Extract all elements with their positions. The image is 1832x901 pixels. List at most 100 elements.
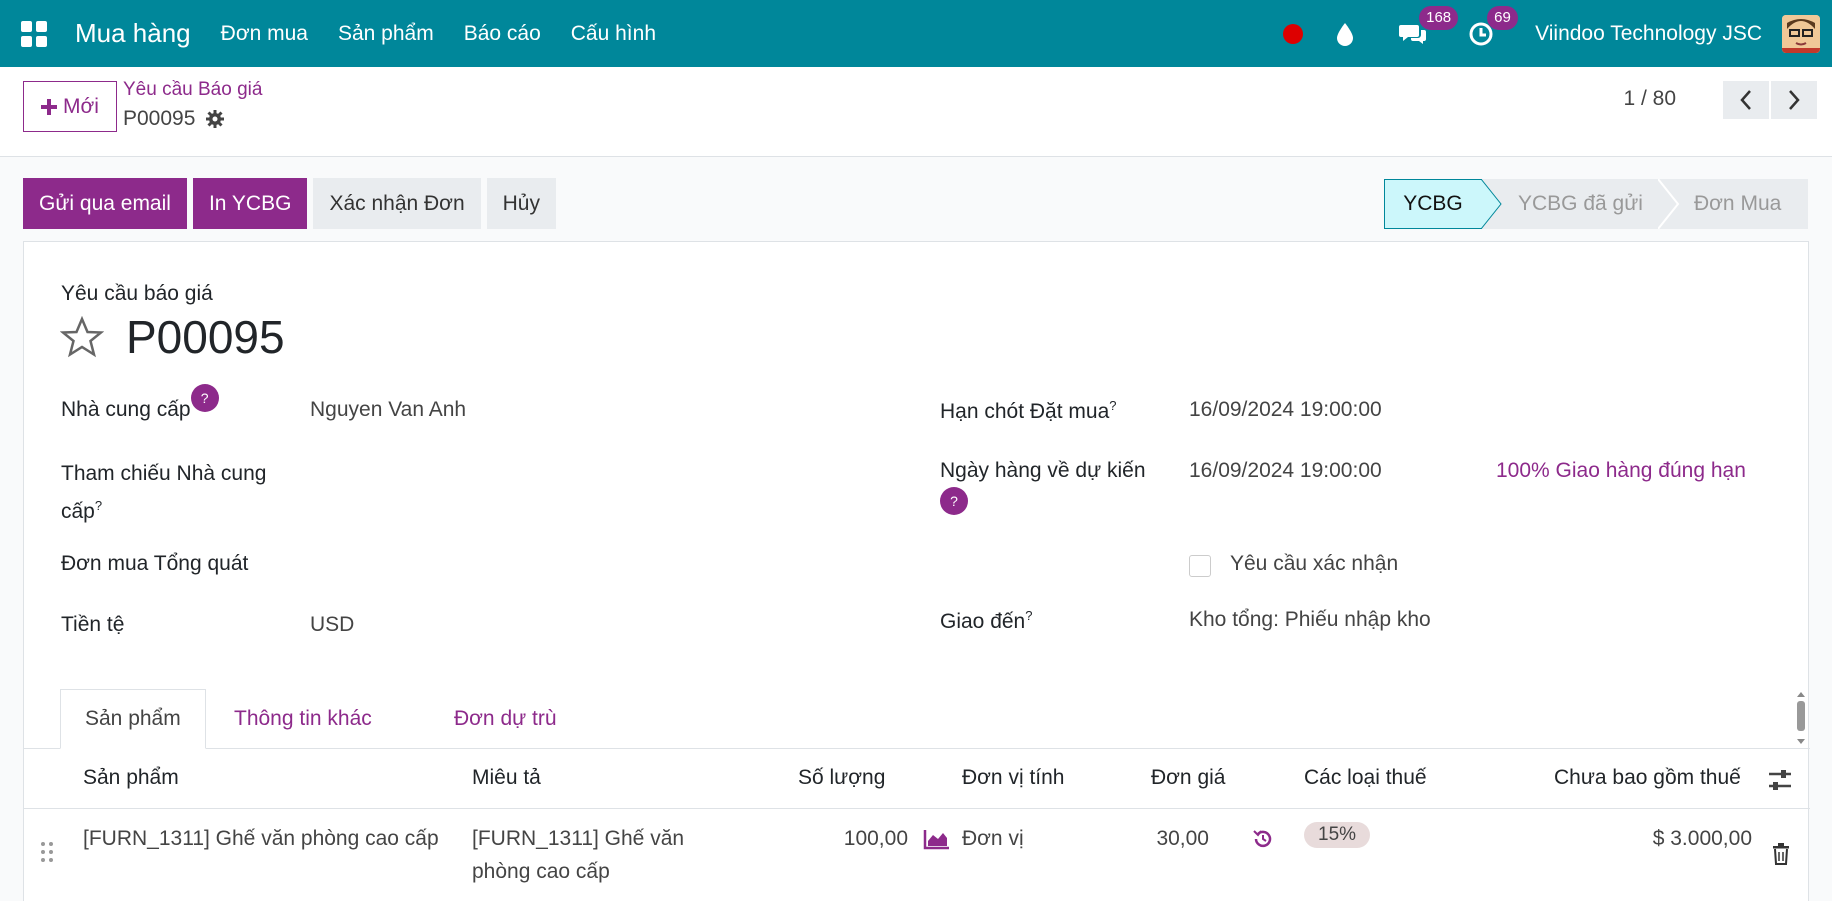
vendor-field[interactable]: Nguyen Van Anh xyxy=(310,398,466,422)
order-deadline-field[interactable]: 16/09/2024 19:00:00 xyxy=(1189,398,1382,422)
main-menu: Đơn mua Sản phẩm Báo cáo Cấu hình xyxy=(221,22,656,46)
activities-badge: 69 xyxy=(1487,5,1518,30)
on-time-delivery-link[interactable]: 100% Giao hàng đúng hạn xyxy=(1496,459,1746,483)
avatar[interactable] xyxy=(1782,14,1820,53)
stage-purchase-order[interactable]: Đơn Mua xyxy=(1660,179,1808,229)
table-header-divider xyxy=(24,808,1810,809)
expected-arrival-field[interactable]: 16/09/2024 19:00:00 xyxy=(1189,459,1382,483)
control-panel: Mới Yêu cầu Báo giá P00095 1 / 80 xyxy=(0,67,1832,157)
menu-item-configuration[interactable]: Cấu hình xyxy=(571,22,656,46)
drop-icon[interactable] xyxy=(1331,20,1359,48)
expected-arrival-label-text: Ngày hàng về dự kiến xyxy=(940,459,1146,482)
blanket-order-label: Đơn mua Tổng quát xyxy=(61,552,249,575)
print-rfq-button[interactable]: In YCBG xyxy=(192,178,308,229)
chevron-left-icon xyxy=(1740,90,1751,110)
help-tooltip-icon[interactable]: ? xyxy=(1109,398,1116,413)
cell-uom[interactable]: Đơn vị xyxy=(962,822,1024,855)
plus-icon xyxy=(41,98,58,115)
record-name: P00095 xyxy=(126,311,285,363)
cell-description-line2: phòng cao cấp xyxy=(472,860,610,883)
cell-subtotal: $ 3.000,00 xyxy=(1652,827,1752,850)
clock-icon[interactable]: 69 xyxy=(1467,5,1518,48)
trash-icon[interactable] xyxy=(1771,843,1791,865)
vendor-reference-label-line2: cấp xyxy=(61,500,95,523)
ask-confirmation-checkbox[interactable] xyxy=(1189,555,1211,577)
cancel-button[interactable]: Hủy xyxy=(486,178,556,229)
cell-quantity[interactable]: 100,00 xyxy=(808,822,908,855)
cell-description-line1: [FURN_1311] Ghế văn xyxy=(472,827,685,850)
pager-value[interactable]: 1 / 80 xyxy=(1623,87,1676,111)
vendor-reference-label: Tham chiếu Nhà cung cấp? xyxy=(61,458,266,528)
tab-requisitions[interactable]: Đơn dự trù xyxy=(430,689,581,749)
app-title[interactable]: Mua hàng xyxy=(75,18,191,49)
menu-item-purchase[interactable]: Đơn mua xyxy=(221,22,308,46)
stage-arrow-separator xyxy=(1658,179,1680,229)
vendor-reference-input[interactable] xyxy=(310,456,710,492)
breadcrumb-current-label: P00095 xyxy=(123,107,196,130)
help-icon[interactable]: ? xyxy=(940,487,968,515)
optional-columns-icon[interactable] xyxy=(1767,768,1793,792)
vendor-label: Nhà cung cấp? xyxy=(61,384,219,422)
deliver-to-label: Giao đến? xyxy=(940,608,1032,634)
column-header-unit-price[interactable]: Đơn giá xyxy=(1151,766,1225,790)
pager-next-button[interactable] xyxy=(1771,81,1817,119)
scrollbar[interactable] xyxy=(1794,689,1808,749)
star-icon[interactable] xyxy=(60,316,104,358)
apps-grid-icon[interactable] xyxy=(21,20,47,47)
forecast-chart-icon[interactable] xyxy=(923,828,951,850)
vendor-reference-label-line1: Tham chiếu Nhà cung xyxy=(61,462,267,485)
vendor-label-text: Nhà cung cấp xyxy=(61,398,191,421)
record-type-label: Yêu cầu báo giá xyxy=(61,282,213,305)
column-header-uom[interactable]: Đơn vị tính xyxy=(962,766,1064,790)
history-icon[interactable] xyxy=(1252,828,1274,850)
column-header-quantity[interactable]: Số lượng xyxy=(798,766,885,790)
tax-tag[interactable]: 15% xyxy=(1304,822,1371,848)
notebook-tabs: Sản phẩm Thông tin khác Đơn dự trù xyxy=(24,689,1810,749)
stage-arrow-active xyxy=(1481,179,1502,229)
column-header-product[interactable]: Sản phẩm xyxy=(83,766,179,790)
chevron-right-icon xyxy=(1789,90,1800,110)
new-button[interactable]: Mới xyxy=(23,81,117,132)
stage-rfq-sent[interactable]: YCBG đã gửi xyxy=(1482,179,1660,229)
expected-arrival-label: Ngày hàng về dự kiến xyxy=(940,459,1146,483)
stage-rfq-sent-label: YCBG đã gửi xyxy=(1518,192,1643,215)
top-navbar: Mua hàng Đơn mua Sản phẩm Báo cáo Cấu hì… xyxy=(0,0,1832,67)
confirm-order-button[interactable]: Xác nhận Đơn xyxy=(313,178,481,229)
new-button-label: Mới xyxy=(63,94,99,118)
column-header-subtotal[interactable]: Chưa bao gồm thuế xyxy=(1554,766,1741,790)
help-tooltip-icon[interactable]: ? xyxy=(1025,608,1032,623)
tab-products[interactable]: Sản phẩm xyxy=(60,689,206,749)
order-deadline-label: Hạn chót Đặt mua? xyxy=(940,398,1117,424)
cell-product[interactable]: [FURN_1311] Ghế văn phòng cao cấp xyxy=(83,822,439,855)
navbar-systray: 168 69 Viindoo Technology JSC xyxy=(1283,0,1832,67)
column-header-taxes[interactable]: Các loại thuế xyxy=(1304,766,1427,790)
company-switcher[interactable]: Viindoo Technology JSC xyxy=(1535,22,1762,46)
tab-other-info[interactable]: Thông tin khác xyxy=(210,689,396,749)
breadcrumb-current: P00095 xyxy=(123,107,225,131)
currency-label: Tiền tệ xyxy=(61,613,125,636)
column-header-description[interactable]: Miêu tả xyxy=(472,766,541,790)
help-tooltip-icon[interactable]: ? xyxy=(95,498,102,513)
cell-unit-price[interactable]: 30,00 xyxy=(1104,822,1209,855)
messages-badge: 168 xyxy=(1419,5,1459,30)
record-dot-icon[interactable] xyxy=(1283,23,1304,44)
deliver-to-label-text: Giao đến xyxy=(940,610,1026,633)
help-icon[interactable]: ? xyxy=(190,384,219,412)
form-sheet: Yêu cầu báo giá P00095 Nhà cung cấp? Ngu… xyxy=(23,241,1810,901)
menu-item-reporting[interactable]: Báo cáo xyxy=(464,22,541,46)
menu-item-products[interactable]: Sản phẩm xyxy=(338,22,434,46)
gear-icon[interactable] xyxy=(205,109,225,129)
send-email-button[interactable]: Gửi qua email xyxy=(23,178,187,229)
status-bar: YCBG YCBG đã gửi Đơn Mua xyxy=(1384,179,1808,229)
drag-handle-icon[interactable] xyxy=(40,841,54,863)
cell-description[interactable]: [FURN_1311] Ghế văn phòng cao cấp xyxy=(472,822,684,888)
stage-rfq[interactable]: YCBG xyxy=(1384,179,1482,229)
deliver-to-field[interactable]: Kho tổng: Phiếu nhập kho xyxy=(1189,608,1431,632)
currency-field[interactable]: USD xyxy=(310,613,354,637)
chat-icon[interactable]: 168 xyxy=(1399,5,1459,48)
blanket-order-input[interactable] xyxy=(310,546,710,582)
breadcrumb-parent[interactable]: Yêu cầu Báo giá xyxy=(123,79,262,101)
stage-purchase-order-label: Đơn Mua xyxy=(1694,192,1782,215)
form-action-buttons: Gửi qua email In YCBG Xác nhận Đơn Hủy xyxy=(23,178,556,229)
pager-previous-button[interactable] xyxy=(1723,81,1769,119)
